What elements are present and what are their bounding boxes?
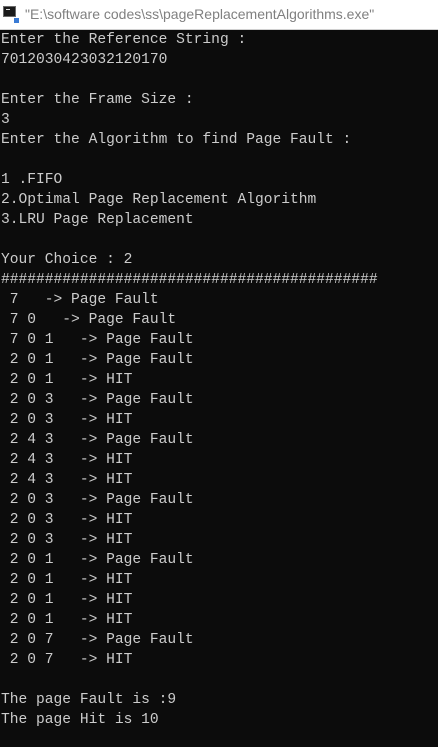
console-line: 2 0 7 -> HIT <box>1 652 133 668</box>
console-line: The page Fault is :9 <box>1 692 177 708</box>
console-line: 2 0 7 -> Page Fault <box>1 632 194 648</box>
window-title: "E:\software codes\ss\pageReplacementAlg… <box>25 6 375 22</box>
console-line: 2 0 1 -> Page Fault <box>1 352 194 368</box>
console-line: Enter the Frame Size : <box>1 92 194 108</box>
console-line: 2 0 1 -> HIT <box>1 612 133 628</box>
console-line: 2 4 3 -> HIT <box>1 472 133 488</box>
console-line: 2 4 3 -> Page Fault <box>1 432 194 448</box>
console-line: 2 0 3 -> Page Fault <box>1 492 194 508</box>
console-app-icon <box>3 6 20 24</box>
console-line: 1 .FIFO <box>1 172 63 188</box>
console-line: 3 <box>1 112 10 128</box>
console-line: 2 0 3 -> Page Fault <box>1 392 194 408</box>
console-line: 2 0 3 -> HIT <box>1 532 133 548</box>
console-line: 7012030423032120170 <box>1 52 168 68</box>
console-line: 2.Optimal Page Replacement Algorithm <box>1 192 317 208</box>
console-line: 2 0 3 -> HIT <box>1 512 133 528</box>
console-line: 3.LRU Page Replacement <box>1 212 194 228</box>
console-app-icon-badge <box>13 17 20 24</box>
console-line: The page Hit is 10 <box>1 712 159 728</box>
console-line: 2 0 1 -> HIT <box>1 572 133 588</box>
console-line: 2 0 1 -> HIT <box>1 372 133 388</box>
console-line: Enter the Reference String : <box>1 32 247 48</box>
console-line: Your Choice : 2 <box>1 252 133 268</box>
console-line: 7 0 1 -> Page Fault <box>1 332 194 348</box>
console-line: ########################################… <box>1 272 378 288</box>
console-line: 2 0 1 -> Page Fault <box>1 552 194 568</box>
console-output: Enter the Reference String : 701203042303… <box>1 30 437 747</box>
console-line: 2 4 3 -> HIT <box>1 452 133 468</box>
console-line: Enter the Algorithm to find Page Fault : <box>1 132 352 148</box>
console-line: 2 0 1 -> HIT <box>1 592 133 608</box>
console-line: 7 -> Page Fault <box>1 292 159 308</box>
title-bar: "E:\software codes\ss\pageReplacementAlg… <box>0 0 438 30</box>
console-line: 2 0 3 -> HIT <box>1 412 133 428</box>
console-line: 7 0 -> Page Fault <box>1 312 177 328</box>
